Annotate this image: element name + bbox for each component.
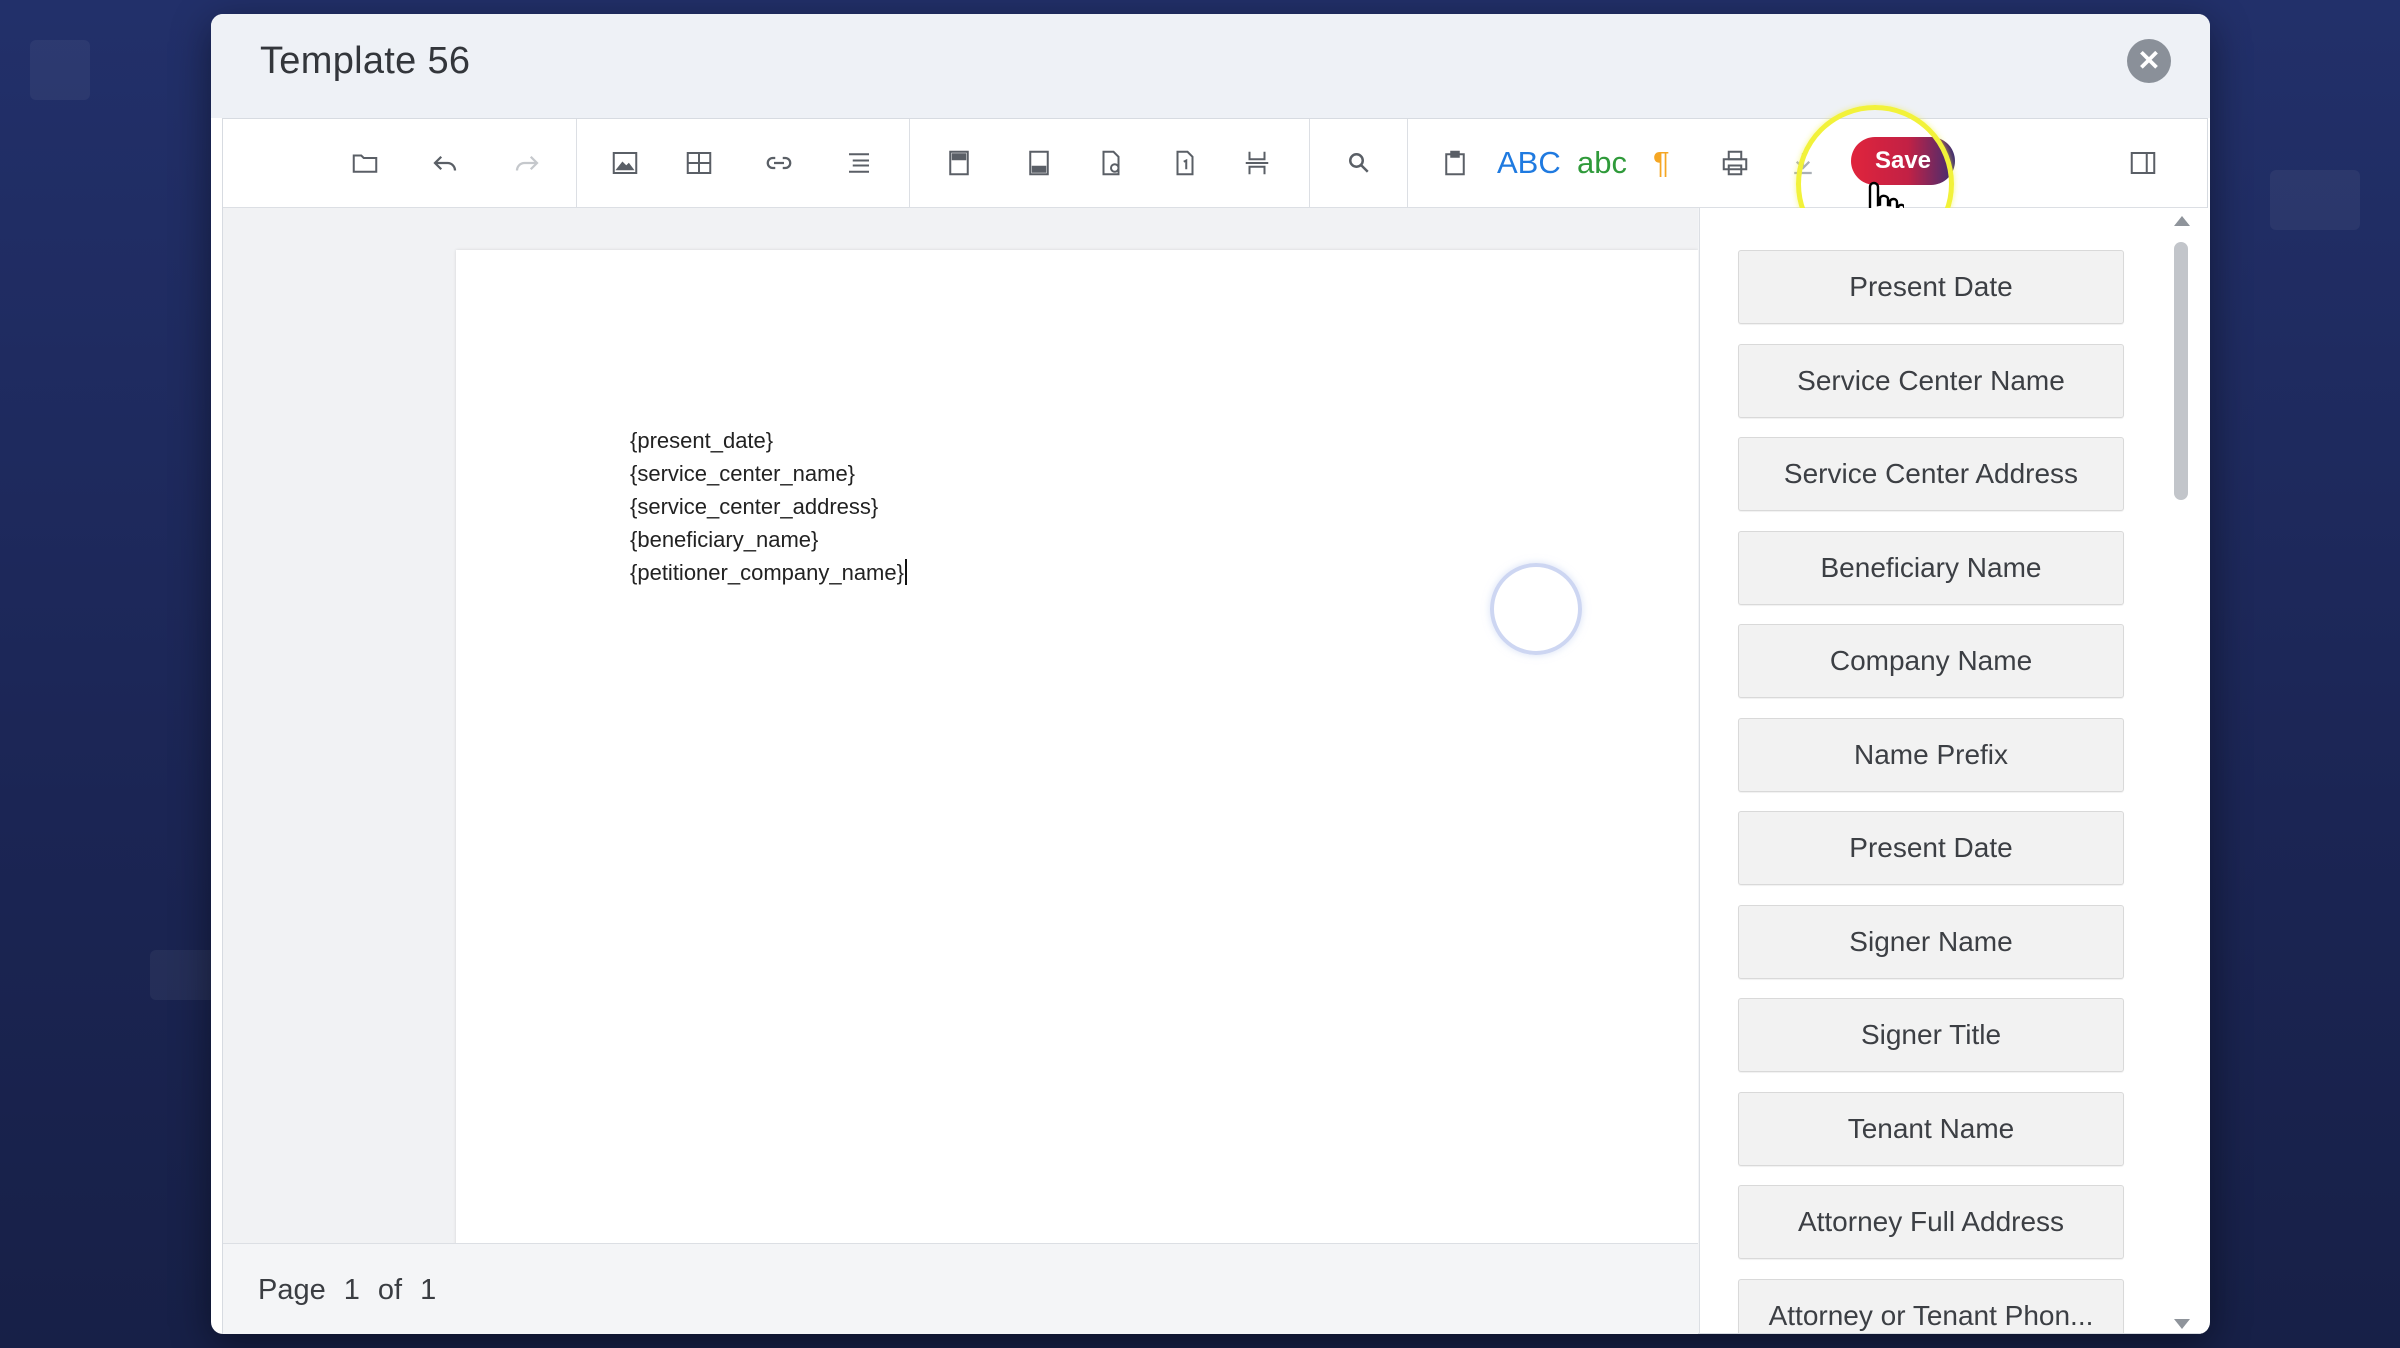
toolbar-separator <box>576 119 577 207</box>
image-icon <box>612 152 638 174</box>
find-button[interactable] <box>1339 143 1379 183</box>
field-button-name-prefix[interactable]: Name Prefix <box>1738 718 2124 792</box>
page-indicator: Page 1 of 1 <box>258 1274 454 1307</box>
field-button-attorney-or-tenant-phone[interactable]: Attorney or Tenant Phon... <box>1738 1279 2124 1333</box>
paste-button[interactable] <box>1435 143 1475 183</box>
document-page[interactable]: {present_date} {service_center_name} {se… <box>456 250 1698 1243</box>
dialog-header: Template 56 ✕ <box>211 14 2210 118</box>
search-icon <box>1349 153 1369 173</box>
doc-line: {present_date} <box>630 428 774 453</box>
field-button-tenant-name[interactable]: Tenant Name <box>1738 1092 2124 1166</box>
field-button-company-name[interactable]: Company Name <box>1738 624 2124 698</box>
merge-fields-panel: Present Date Service Center Name Service… <box>1699 208 2208 1333</box>
footer-icon <box>1029 150 1049 176</box>
page-break-icon <box>1245 151 1269 175</box>
backdrop-ghost <box>2270 170 2360 230</box>
page-number-icon <box>1176 150 1194 176</box>
document-canvas: {present_date} {service_center_name} {se… <box>223 208 1698 1243</box>
fields-scrollbar[interactable] <box>2168 208 2194 1333</box>
field-button-beneficiary-name[interactable]: Beneficiary Name <box>1738 531 2124 605</box>
total-pages-number: 1 <box>420 1274 437 1306</box>
insert-image-button[interactable] <box>605 143 645 183</box>
field-button-signer-title[interactable]: Signer Title <box>1738 998 2124 1072</box>
redo-icon <box>515 155 539 171</box>
sidebar-toggle-icon <box>2130 152 2156 174</box>
spell-check-lowercase-button[interactable]: abc <box>1577 141 1627 185</box>
table-of-contents-button[interactable] <box>839 143 879 183</box>
scroll-up-arrow-icon[interactable] <box>2174 216 2190 226</box>
doc-line: {beneficiary_name} <box>630 527 819 552</box>
field-button-present-date[interactable]: Present Date <box>1738 250 2124 324</box>
template-editor-dialog: Template 56 ✕ ABC abc ¶ Save {present_da… <box>211 14 2210 1334</box>
table-icon <box>686 152 712 174</box>
toggle-sidebar-button[interactable] <box>2123 143 2163 183</box>
page-label: Page <box>258 1274 326 1306</box>
redo-button[interactable] <box>507 143 547 183</box>
page-setup-button[interactable] <box>1091 143 1131 183</box>
insert-link-button[interactable] <box>759 143 799 183</box>
clipboard-icon <box>1445 150 1465 176</box>
page-number-button[interactable] <box>1165 143 1205 183</box>
undo-button[interactable] <box>425 143 465 183</box>
current-page-number: 1 <box>343 1274 360 1306</box>
print-button[interactable] <box>1715 143 1755 183</box>
toolbar-separator <box>1407 119 1408 207</box>
of-label: of <box>377 1274 403 1306</box>
field-button-attorney-full-address[interactable]: Attorney Full Address <box>1738 1185 2124 1259</box>
backdrop-ghost <box>150 950 220 1000</box>
toolbar-separator <box>909 119 910 207</box>
scroll-thumb[interactable] <box>2174 242 2188 500</box>
undo-icon <box>433 155 457 171</box>
doc-line: {service_center_address} <box>630 494 879 519</box>
close-icon: ✕ <box>2137 45 2161 76</box>
document-content[interactable]: {present_date} {service_center_name} {se… <box>630 424 907 589</box>
doc-line: {service_center_name} <box>630 461 856 486</box>
page-settings-icon <box>1102 150 1120 176</box>
footer-button[interactable] <box>1019 143 1059 183</box>
header-button[interactable] <box>939 143 979 183</box>
show-formatting-button[interactable]: ¶ <box>1653 141 1670 185</box>
print-icon <box>1722 150 1748 176</box>
toc-icon <box>849 153 869 173</box>
header-icon <box>949 150 969 176</box>
editor-toolbar: ABC abc ¶ Save <box>223 105 2207 263</box>
field-button-signer-name[interactable]: Signer Name <box>1738 905 2124 979</box>
doc-line: {petitioner_company_name} <box>630 560 904 585</box>
spell-check-uppercase-button[interactable]: ABC <box>1497 141 1561 185</box>
text-caret <box>904 559 907 585</box>
toolbar-separator <box>1309 119 1310 207</box>
document-editor: ABC abc ¶ Save {present_date} {service_c… <box>222 105 2208 1334</box>
status-bar: Page 1 of 1 <box>223 1243 1698 1334</box>
insert-table-button[interactable] <box>679 143 719 183</box>
close-button[interactable]: ✕ <box>2127 39 2171 83</box>
field-button-service-center-address[interactable]: Service Center Address <box>1738 437 2124 511</box>
folder-icon <box>352 154 378 173</box>
dialog-title: Template 56 <box>260 40 471 82</box>
page-break-button[interactable] <box>1237 143 1277 183</box>
scroll-down-arrow-icon[interactable] <box>2174 1319 2190 1329</box>
doc-line-last: {petitioner_company_name} <box>630 556 907 589</box>
backdrop-ghost <box>30 40 90 100</box>
field-button-present-date-2[interactable]: Present Date <box>1738 811 2124 885</box>
field-button-service-center-name[interactable]: Service Center Name <box>1738 344 2124 418</box>
link-icon <box>766 156 792 170</box>
loading-spinner <box>1490 563 1582 655</box>
open-folder-button[interactable] <box>345 143 385 183</box>
